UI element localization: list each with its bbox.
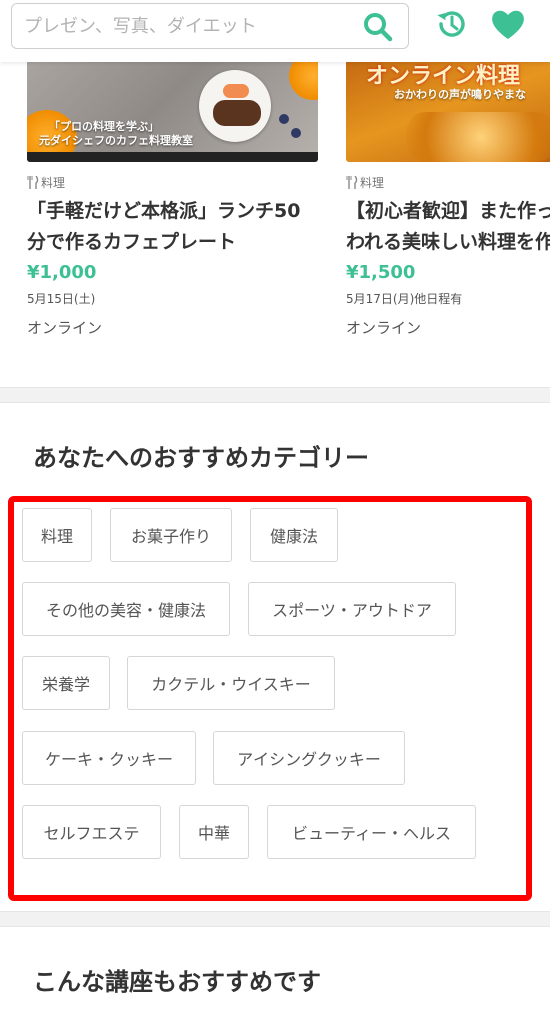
thumbnail-caption: 「プロの料理を学ぶ」 元ダイシェフのカフェ料理教室: [39, 120, 193, 147]
category-chip[interactable]: アイシングクッキー: [213, 731, 405, 785]
cutlery-icon: [27, 175, 39, 189]
category-chip[interactable]: 健康法: [250, 508, 338, 562]
course-price: ¥1,000: [27, 262, 97, 283]
course-title[interactable]: 「手軽だけど本格派」ランチ50 分で作るカフェプレート: [27, 196, 327, 258]
section-divider: [0, 911, 550, 927]
category-chip[interactable]: カクテル・ウイスキー: [127, 656, 335, 710]
category-chip[interactable]: セルフエステ: [22, 805, 161, 859]
course-title[interactable]: 【初心者歓迎】また作っ われる美味しい料理を作: [346, 196, 550, 258]
history-icon[interactable]: [434, 6, 470, 42]
section-divider: [0, 387, 550, 403]
top-header: [0, 0, 550, 62]
food-image: [406, 112, 550, 162]
course-thumbnail[interactable]: 「プロの料理を学ぶ」 元ダイシェフのカフェ料理教室: [27, 62, 318, 162]
search-box[interactable]: [11, 3, 409, 49]
orange-decoration: [289, 62, 318, 100]
more-courses-title: こんな講座もおすすめです: [33, 968, 321, 996]
thumbnail-strip: [27, 152, 318, 162]
course-date: 5月17日(月)他日程有: [346, 292, 463, 306]
course-date: 5月15日(土): [27, 292, 96, 306]
course-card[interactable]: 「プロの料理を学ぶ」 元ダイシェフのカフェ料理教室 料理 「手軽だけど本格派」ラ…: [27, 62, 327, 341]
search-icon[interactable]: [362, 11, 394, 43]
category-chip[interactable]: スポーツ・アウトドア: [248, 582, 456, 636]
course-carousel[interactable]: 「プロの料理を学ぶ」 元ダイシェフのカフェ料理教室 料理 「手軽だけど本格派」ラ…: [0, 62, 550, 387]
cutlery-icon: [346, 175, 358, 189]
food-image: [223, 84, 249, 98]
category-chip[interactable]: ビューティー・ヘルス: [267, 805, 476, 859]
food-image: [213, 100, 261, 126]
category-label: 料理: [346, 174, 550, 190]
course-card[interactable]: オンライン料理 おかわりの声が鳴りやまな 料理 【初心者歓迎】また作っ われる美…: [346, 62, 550, 341]
category-chip[interactable]: 栄養学: [22, 656, 110, 710]
category-chip[interactable]: 中華: [179, 805, 249, 859]
course-price: ¥1,500: [346, 262, 416, 283]
course-thumbnail[interactable]: オンライン料理 おかわりの声が鳴りやまな: [346, 62, 550, 162]
category-chip[interactable]: その他の美容・健康法: [22, 582, 230, 636]
berry-decoration: [279, 114, 289, 124]
berry-decoration: [291, 128, 301, 138]
category-chip[interactable]: 料理: [22, 508, 92, 562]
search-input[interactable]: [24, 4, 354, 48]
category-chip[interactable]: お菓子作り: [110, 508, 232, 562]
category-label: 料理: [27, 174, 327, 190]
course-place: オンライン: [27, 319, 103, 337]
heart-icon[interactable]: [490, 7, 526, 41]
recommended-categories-title: あなたへのおすすめカテゴリー: [33, 444, 369, 472]
course-place: オンライン: [346, 319, 422, 337]
category-chip[interactable]: ケーキ・クッキー: [22, 731, 196, 785]
thumbnail-subtitle: おかわりの声が鳴りやまな: [394, 88, 526, 101]
